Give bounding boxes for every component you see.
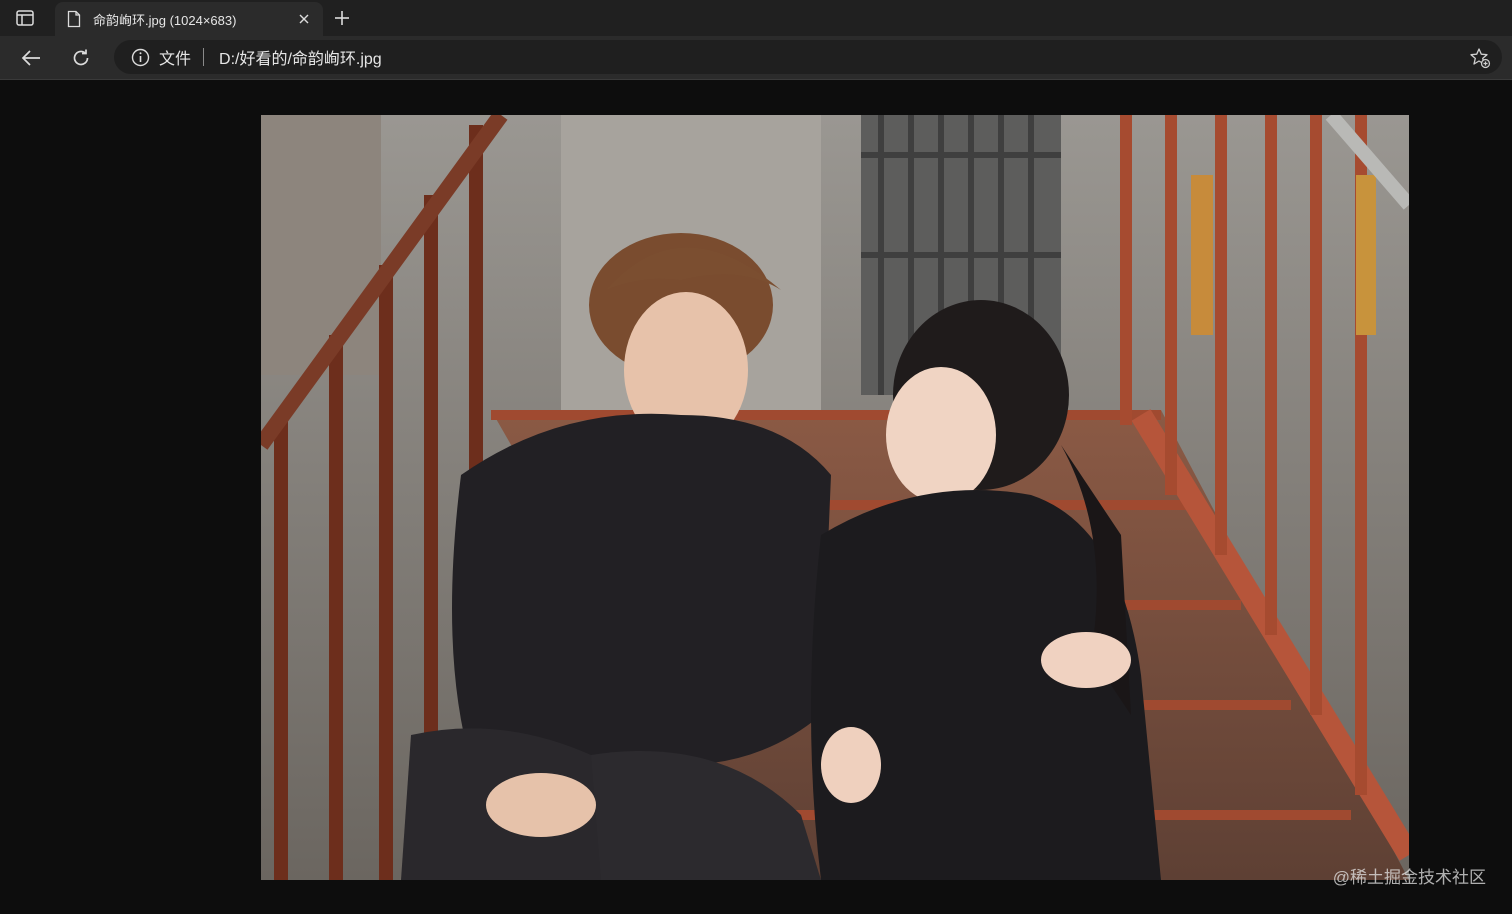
back-arrow-icon xyxy=(21,50,40,66)
close-tab-button[interactable] xyxy=(293,8,315,30)
address-separator xyxy=(203,48,205,66)
new-tab-button[interactable] xyxy=(330,6,354,30)
tab-actions-button[interactable] xyxy=(14,8,36,28)
plus-icon xyxy=(335,11,349,25)
url-text[interactable]: D:/好看的/命韵峋环.jpg xyxy=(219,45,382,69)
back-button[interactable] xyxy=(17,44,45,72)
tab-actions-icon xyxy=(16,10,34,26)
tab-strip: 命韵峋环.jpg (1024×683) xyxy=(0,0,1512,36)
tab-title: 命韵峋环.jpg (1024×683) xyxy=(93,12,237,28)
info-icon[interactable] xyxy=(131,47,151,67)
browser-window: 命韵峋环.jpg (1024×683) 文件 D:/好看的/命韵峋环.jpg @… xyxy=(0,0,1512,914)
image-viewer: @稀土掘金技术社区 xyxy=(0,80,1512,914)
close-icon xyxy=(299,14,309,24)
toolbar: 文件 D:/好看的/命韵峋环.jpg xyxy=(0,36,1512,80)
address-bar[interactable]: 文件 D:/好看的/命韵峋环.jpg xyxy=(114,40,1502,74)
tab-active[interactable]: 命韵峋环.jpg (1024×683) xyxy=(55,2,323,36)
scheme-label: 文件 xyxy=(159,51,192,68)
reload-button[interactable] xyxy=(67,44,95,72)
displayed-photo[interactable] xyxy=(261,115,1409,880)
reload-icon xyxy=(73,49,89,66)
star-add-icon xyxy=(1470,48,1491,69)
file-icon xyxy=(67,10,83,28)
watermark: @稀土掘金技术社区 xyxy=(1332,868,1486,887)
add-favorite-button[interactable] xyxy=(1468,46,1492,70)
